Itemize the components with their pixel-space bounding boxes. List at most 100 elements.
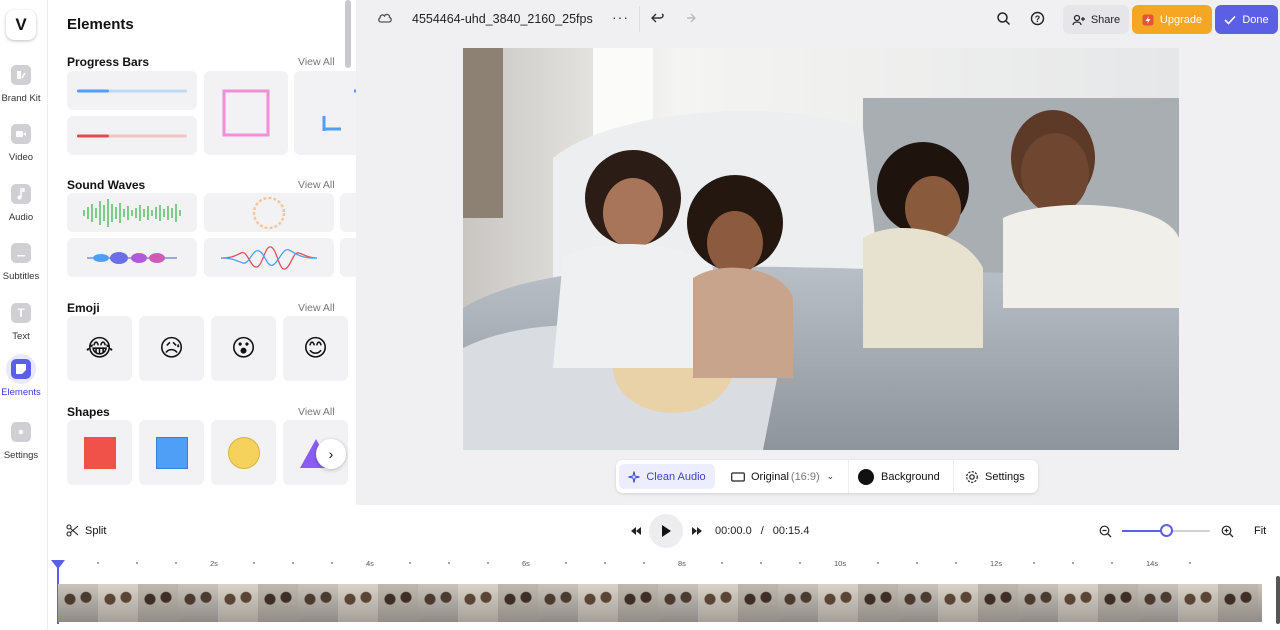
clip-frame	[778, 584, 818, 622]
check-icon	[1224, 15, 1236, 25]
progress-corner-blue-tile[interactable]	[294, 71, 356, 155]
undo-icon[interactable]	[651, 12, 665, 24]
more-options-icon[interactable]: ···	[612, 9, 629, 25]
brand-kit-icon	[11, 65, 31, 85]
progress-square-pink-tile[interactable]	[204, 71, 288, 155]
rewind-icon[interactable]	[630, 526, 642, 536]
ruler-tick	[760, 562, 762, 564]
zoom-slider[interactable]	[1122, 524, 1210, 537]
clip-frame	[658, 584, 698, 622]
clip-frame	[418, 584, 458, 622]
svg-text:?: ?	[1035, 14, 1041, 24]
help-icon[interactable]: ?	[1030, 11, 1045, 26]
rail-item-settings[interactable]: Settings	[0, 417, 42, 461]
background-color-swatch	[858, 468, 874, 485]
view-all-progress-bars[interactable]: View All	[298, 56, 335, 68]
clip-frame	[138, 584, 178, 622]
clip-frame	[1018, 584, 1058, 622]
sound-wave-lines-tile[interactable]	[204, 238, 334, 277]
clip-frame	[738, 584, 778, 622]
emoji-laughing: 😂	[85, 335, 114, 362]
sound-wave-ring-tile[interactable]	[204, 193, 334, 232]
done-button[interactable]: Done	[1215, 5, 1278, 34]
rail-label-video: Video	[8, 152, 34, 163]
zoom-in-icon[interactable]	[1221, 525, 1234, 538]
clip-frame	[978, 584, 1018, 622]
zoom-slider-handle[interactable]	[1160, 524, 1173, 537]
left-rail: V Brand Kit Video Audio Subtitles T Text	[0, 0, 48, 630]
ruler-label: 4s	[366, 559, 374, 568]
shape-tile-blue-square[interactable]	[139, 420, 204, 485]
view-all-shapes[interactable]: View All	[298, 406, 335, 418]
progress-bar-blue-tile[interactable]	[67, 71, 197, 110]
search-icon[interactable]	[996, 11, 1011, 26]
emoji-tile-blush[interactable]: 😊	[283, 316, 348, 381]
shape-tile-yellow-circle[interactable]	[211, 420, 276, 485]
clip-frame	[258, 584, 298, 622]
emoji-tile-laughing[interactable]: 😂	[67, 316, 132, 381]
rail-item-video[interactable]: Video	[0, 119, 42, 163]
progress-bar-red-tile[interactable]	[67, 116, 197, 155]
sound-wave-partial-tile-2[interactable]	[340, 238, 356, 277]
canvas-settings-button[interactable]: Settings	[965, 464, 1033, 489]
clip-frame	[1058, 584, 1098, 622]
ruler-tick	[97, 562, 99, 564]
rail-item-subtitles[interactable]: Subtitles	[0, 238, 42, 282]
ruler-tick	[643, 562, 645, 564]
fast-forward-icon[interactable]	[691, 526, 703, 536]
aspect-ratio-value: (16:9)	[790, 470, 820, 483]
background-button[interactable]: Background	[858, 464, 948, 489]
sound-wave-dots-preview	[87, 251, 177, 264]
elements-panel: Elements Progress Bars View All Sound Wa…	[48, 0, 356, 505]
clip-frame	[858, 584, 898, 622]
upgrade-button[interactable]: Upgrade	[1132, 5, 1212, 34]
app-logo[interactable]: V	[6, 10, 36, 40]
canvas-settings-label: Settings	[985, 470, 1025, 483]
add-user-icon	[1072, 14, 1085, 25]
upgrade-label: Upgrade	[1159, 13, 1203, 26]
clip-frame	[298, 584, 338, 622]
aspect-ratio-select[interactable]: Original (16:9) ⌄	[731, 464, 836, 489]
rail-label-audio: Audio	[8, 212, 34, 223]
sound-wave-partial-tile-1[interactable]	[340, 193, 356, 232]
fit-button[interactable]: Fit	[1254, 525, 1266, 537]
clip-frame	[1098, 584, 1138, 622]
play-button[interactable]	[649, 514, 683, 548]
video-clip-track[interactable]	[58, 584, 1262, 622]
share-button[interactable]: Share	[1063, 5, 1129, 34]
clip-frame	[698, 584, 738, 622]
rail-label-elements: Elements	[1, 387, 41, 398]
clean-audio-button[interactable]: Clean Audio	[619, 464, 715, 489]
sound-wave-green-tile[interactable]	[67, 193, 197, 232]
emoji-tile-sad[interactable]: 😥	[139, 316, 204, 381]
view-all-sound-waves[interactable]: View All	[298, 179, 335, 191]
emoji-tile-surprised[interactable]: 😮	[211, 316, 276, 381]
progress-bar-blue-preview	[77, 89, 187, 92]
aspect-label: Original	[751, 470, 789, 483]
shape-tile-red-square[interactable]	[67, 420, 132, 485]
sound-wave-green-preview	[83, 198, 181, 227]
ruler-label: 8s	[678, 559, 686, 568]
zoom-out-icon[interactable]	[1099, 525, 1112, 538]
rail-item-audio[interactable]: Audio	[0, 179, 42, 223]
chevron-down-icon: ⌄	[826, 471, 835, 481]
timeline-scrollbar[interactable]	[1276, 576, 1280, 624]
rail-item-elements[interactable]: Elements	[0, 354, 42, 398]
clip-frame	[938, 584, 978, 622]
time-separator: /	[760, 525, 764, 537]
rail-label-settings: Settings	[3, 450, 39, 461]
redo-icon[interactable]	[682, 12, 696, 24]
ruler-tick	[565, 562, 567, 564]
clip-frame	[618, 584, 658, 622]
shapes-next-button[interactable]: ›	[316, 439, 346, 469]
chevron-right-icon: ›	[328, 446, 334, 462]
rail-item-text[interactable]: T Text	[0, 298, 42, 342]
file-name[interactable]: 4554464-uhd_3840_2160_25fps	[412, 12, 593, 26]
panel-scrollbar[interactable]	[345, 0, 351, 68]
rail-item-brand-kit[interactable]: Brand Kit	[0, 60, 42, 104]
sound-wave-dots-tile[interactable]	[67, 238, 197, 277]
split-button[interactable]: Split	[66, 524, 106, 537]
view-all-emoji[interactable]: View All	[298, 302, 335, 314]
video-preview[interactable]	[463, 48, 1179, 450]
cloud-icon[interactable]	[377, 11, 393, 25]
